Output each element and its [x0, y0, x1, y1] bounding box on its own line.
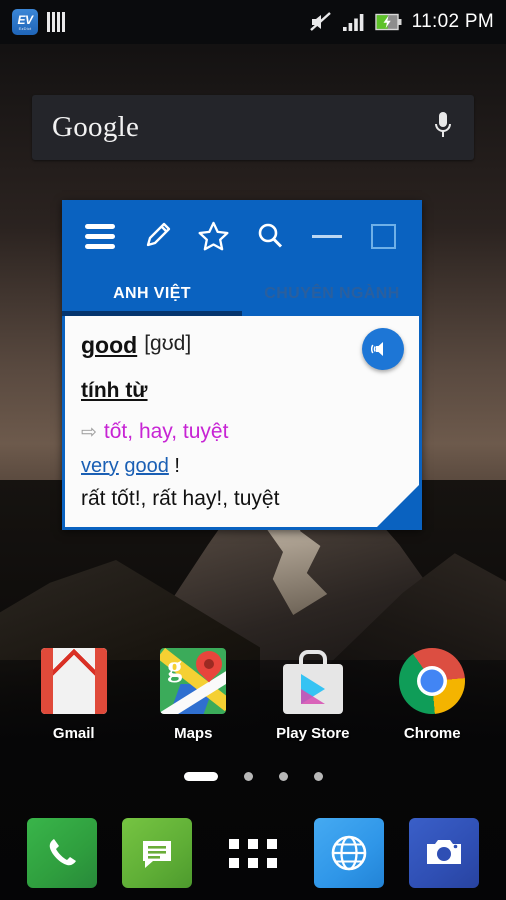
microphone-icon: [435, 112, 451, 137]
app-label-chrome: Chrome: [403, 725, 461, 742]
message-icon: [143, 841, 172, 868]
arrow-bullet-icon: ⇨: [81, 422, 97, 443]
maximize-button[interactable]: [364, 216, 404, 256]
barcode-icon: [47, 12, 65, 32]
tab-chuyen-nganh[interactable]: CHUYÊN NGÀNH: [242, 272, 422, 316]
dictionary-entry-body: good [gʊd] tính từ ⇨ tốt, hay, tuyệt ver…: [62, 316, 422, 530]
camera-icon: [427, 840, 462, 864]
part-of-speech: tính từ: [81, 379, 148, 402]
battery-charging-icon: [374, 13, 402, 31]
speaker-icon: [371, 342, 383, 356]
dock-app-drawer-button[interactable]: [218, 818, 288, 888]
menu-icon: [85, 223, 115, 249]
page-indicator: [0, 772, 506, 781]
app-label-gmail: Gmail: [52, 725, 95, 742]
phone-icon: [49, 839, 76, 866]
edit-button[interactable]: [137, 216, 177, 256]
voice-search-button[interactable]: [432, 110, 454, 145]
phonetic-transcription: [gʊd]: [144, 332, 192, 355]
gmail-icon: [40, 648, 107, 714]
pencil-icon: [146, 222, 170, 247]
menu-button[interactable]: [80, 216, 120, 256]
page-dot-3[interactable]: [278, 772, 288, 781]
dictionary-toolbar: [62, 200, 422, 272]
example-english: very good !: [81, 455, 403, 478]
silent-mode-icon: [309, 12, 331, 31]
example-word-good[interactable]: good: [124, 455, 169, 477]
page-dot-active[interactable]: [183, 772, 218, 781]
example-punctuation: !: [174, 455, 180, 477]
sense-row: ⇨ tốt, hay, tuyệt: [81, 420, 403, 444]
app-label-play-store: Play Store: [276, 725, 350, 742]
app-maps[interactable]: g Maps: [145, 648, 241, 742]
search-icon: [259, 223, 283, 248]
dock-browser-button[interactable]: [313, 818, 384, 888]
play-store-icon: [280, 648, 346, 714]
search-button[interactable]: [250, 216, 290, 256]
page-dot-4[interactable]: [313, 772, 323, 781]
example-vietnamese: rất tốt!, rất hay!, tuyệt: [81, 487, 280, 510]
dock-phone-button[interactable]: [26, 818, 97, 888]
minimize-button[interactable]: [307, 216, 347, 256]
signal-bars-icon: [342, 14, 364, 31]
google-search-widget[interactable]: Google: [32, 95, 474, 160]
ev-icon-sublabel: EzDict: [18, 25, 32, 31]
google-logo-text: Google: [52, 111, 140, 143]
tab-anh-viet[interactable]: ANH VIỆT: [62, 272, 242, 316]
app-chrome[interactable]: Chrome: [384, 648, 480, 742]
ev-dictionary-icon: EV EzDict: [12, 9, 38, 35]
ev-icon-label: EV: [17, 12, 33, 27]
apps-grid-icon: [228, 838, 277, 868]
app-label-maps: Maps: [174, 725, 213, 742]
minimize-icon: [312, 234, 343, 238]
star-icon: [198, 221, 229, 250]
status-bar: EV EzDict 11:02 PM: [0, 0, 506, 44]
headword[interactable]: good: [81, 332, 137, 359]
dock-camera-button[interactable]: [409, 818, 480, 888]
globe-icon: [331, 835, 366, 871]
status-bar-system-icons: 11:02 PM: [309, 11, 494, 33]
dock: [0, 818, 506, 888]
headword-row: good [gʊd]: [81, 332, 403, 359]
dictionary-widget[interactable]: ANH VIỆT CHUYÊN NGÀNH good [gʊd] tính từ…: [62, 200, 422, 530]
page-dot-2[interactable]: [243, 772, 253, 781]
app-gmail[interactable]: Gmail: [26, 648, 122, 742]
app-icon-row: Gmail g Maps Play Store Chrome: [0, 648, 506, 742]
maps-icon: g: [160, 648, 227, 714]
favorite-button[interactable]: [194, 216, 234, 256]
dictionary-tabs: ANH VIỆT CHUYÊN NGÀNH: [62, 272, 422, 316]
status-bar-clock: 11:02 PM: [411, 11, 494, 32]
pronounce-button[interactable]: [362, 328, 404, 370]
chrome-icon: [399, 648, 466, 714]
sense-translation: tốt, hay, tuyệt: [103, 420, 229, 443]
maximize-icon: [371, 223, 397, 249]
status-bar-notifications: EV EzDict: [12, 9, 65, 35]
dock-messages-button[interactable]: [122, 818, 193, 888]
example-word-very[interactable]: very: [81, 455, 119, 477]
app-play-store[interactable]: Play Store: [265, 648, 361, 742]
